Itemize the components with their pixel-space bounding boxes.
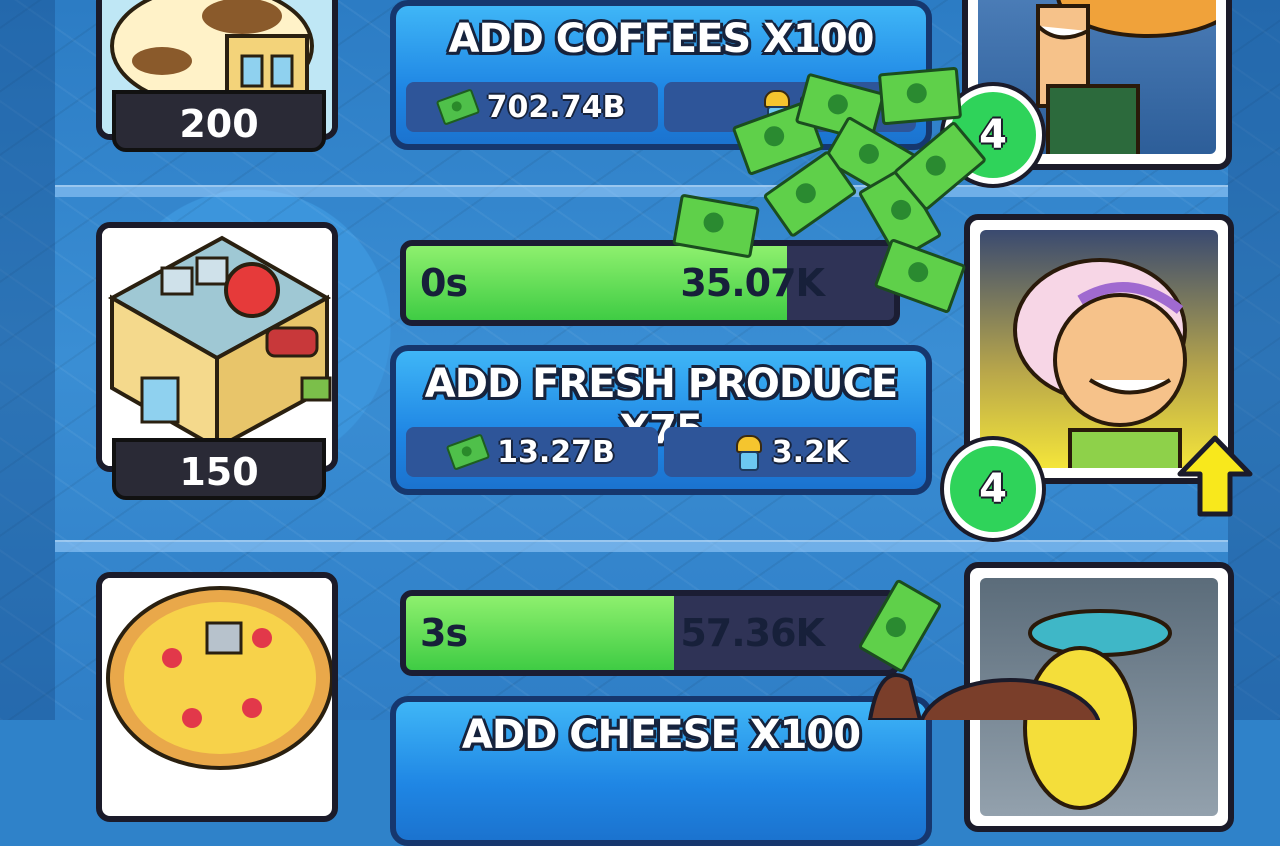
production-timer-bar: 0s 35.07K <box>400 240 900 326</box>
production-timer-bar: 3s 57.36K <box>400 590 900 676</box>
level-up-arrow-icon[interactable] <box>1176 434 1254 518</box>
cash-cost: 702.74B <box>406 82 658 132</box>
character-silhouette <box>867 673 1100 720</box>
add-fresh-produce-button[interactable]: ADD FRESH PRODUCE X75 13.27B 3.2K <box>390 345 932 495</box>
manager-illustration <box>1013 258 1187 468</box>
cash-cost-value: 702.74B <box>486 89 626 125</box>
upgrade-title: ADD COFFEES X100 <box>448 16 874 62</box>
timer-earnings: 35.07K <box>680 261 825 305</box>
pizza-shop-building[interactable] <box>96 572 338 822</box>
timer-time: 0s <box>420 261 468 305</box>
cash-bill <box>877 66 963 126</box>
worker-icon <box>732 435 762 471</box>
timer-time: 3s <box>420 611 468 655</box>
building-count-badge: 150 <box>112 438 326 500</box>
cash-icon <box>435 88 480 126</box>
cash-cost: 13.27B <box>406 427 658 477</box>
worker-cost: 3.2K <box>664 427 916 477</box>
manager-level-badge: 4 <box>944 440 1042 538</box>
left-border <box>0 0 55 720</box>
pizza-shop-illustration <box>102 578 332 778</box>
building-count-badge: 200 <box>112 90 326 152</box>
row-divider <box>55 185 1228 197</box>
cash-cost-value: 13.27B <box>497 434 615 470</box>
worker-cost-value: 3.2K <box>771 434 849 470</box>
cash-icon <box>445 433 491 471</box>
grocery-store-building[interactable] <box>96 222 338 472</box>
manager-portrait <box>980 230 1218 468</box>
grocery-store-illustration <box>102 228 332 466</box>
timer-earnings: 57.36K <box>680 611 825 655</box>
right-border <box>1228 0 1280 720</box>
cost-row: 13.27B 3.2K <box>406 427 916 477</box>
row-divider <box>55 540 1228 552</box>
upgrade-title: ADD CHEESE X100 <box>461 712 861 758</box>
